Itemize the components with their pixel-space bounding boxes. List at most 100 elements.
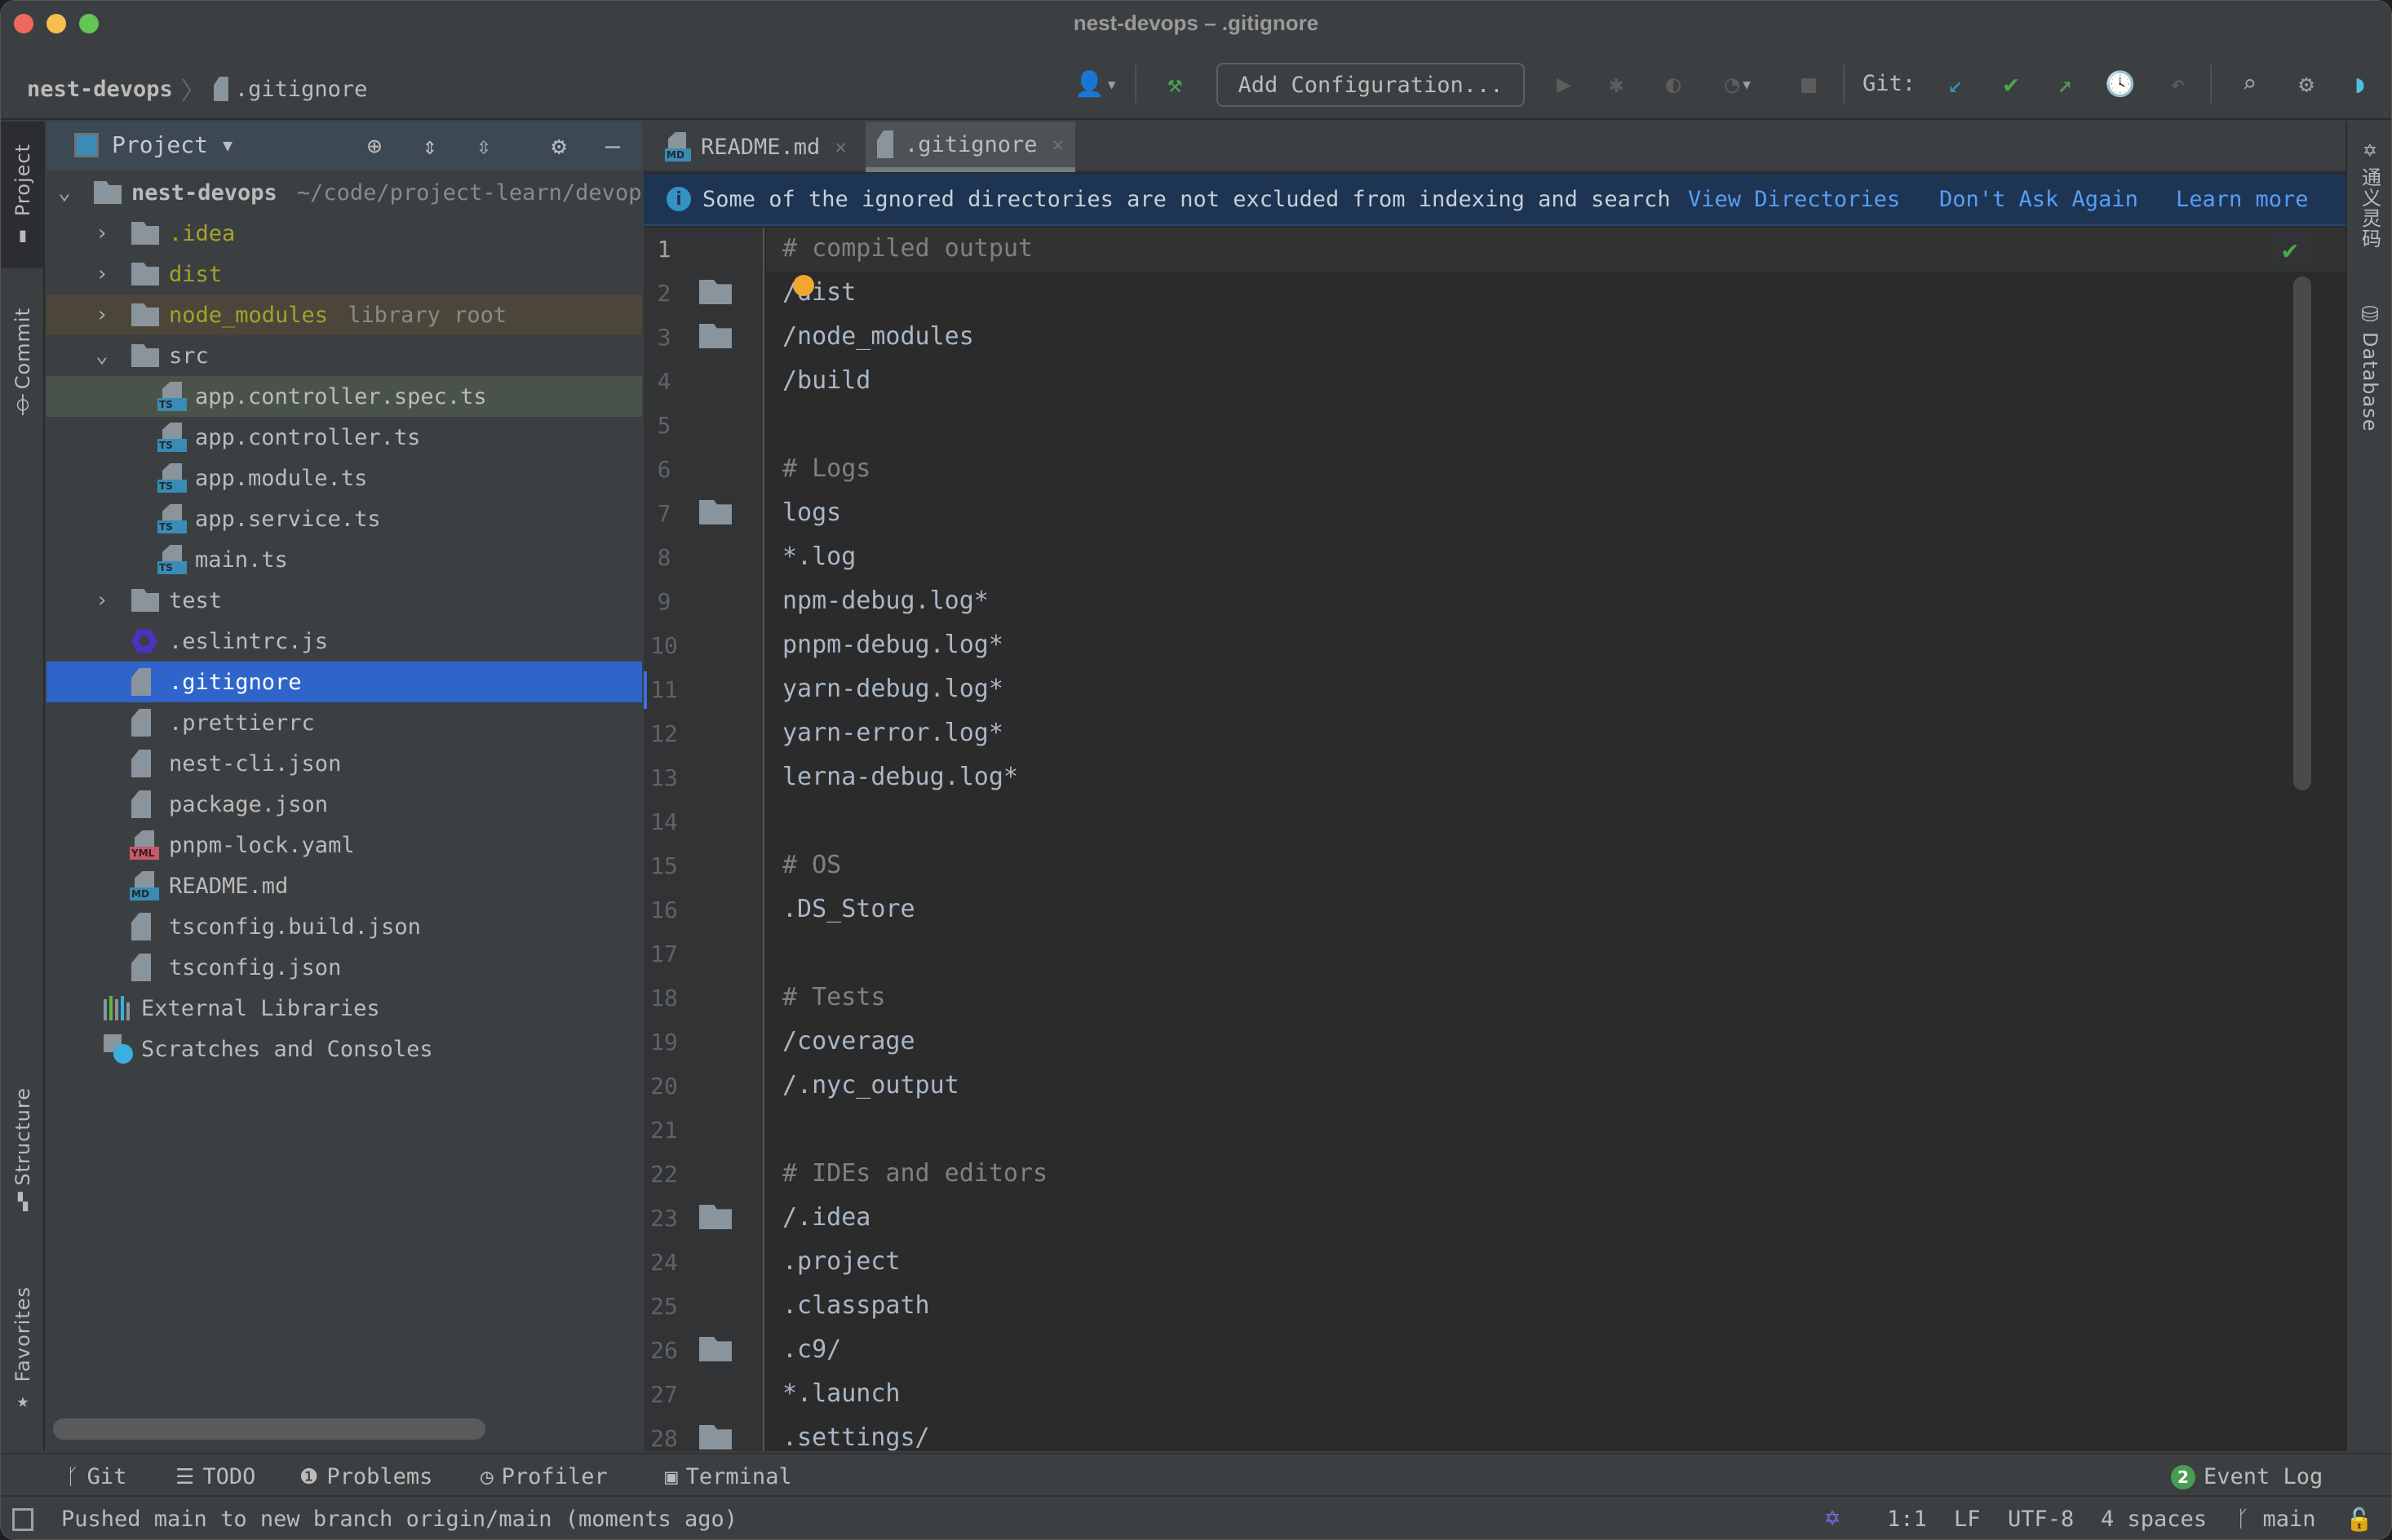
coverage-icon[interactable]: ◐ — [1657, 66, 1690, 102]
close-tab-icon[interactable]: ✕ — [835, 135, 846, 158]
project-view-selector[interactable]: Project ▼ — [74, 131, 233, 158]
line-number: 17 — [650, 940, 678, 967]
user-icon[interactable]: 👤 ▼ — [1066, 66, 1123, 102]
tool-button-profiler[interactable]: ◷ Profiler — [481, 1464, 608, 1489]
settings-icon[interactable]: ⚙ — [2290, 66, 2323, 102]
expand-all-icon[interactable]: ⇕ — [414, 130, 446, 162]
git-branch-widget[interactable]: ᚴ main — [2236, 1507, 2316, 1532]
tool-button-git[interactable]: ᚴ Git — [66, 1464, 126, 1489]
tree-item[interactable]: TS app.controller.ts — [47, 417, 642, 458]
tab-gitignore[interactable]: .gitignore ✕ — [866, 122, 1076, 172]
file-encoding[interactable]: UTF-8 — [2008, 1507, 2074, 1532]
run-icon[interactable]: ▶ — [1548, 66, 1580, 102]
tool-tab-structure[interactable]: Structure ▚ — [1, 1068, 45, 1231]
git-commit-icon[interactable]: ✔ — [1995, 66, 2027, 102]
folder-icon — [131, 222, 159, 245]
add-configuration-button[interactable]: Add Configuration... — [1216, 63, 1525, 107]
debug-icon[interactable]: ✱ — [1600, 66, 1632, 102]
toggle-tool-windows-icon[interactable] — [12, 1508, 33, 1531]
chevron-right-icon[interactable]: › — [92, 262, 112, 286]
tree-item[interactable]: YML pnpm-lock.yaml — [47, 825, 642, 865]
git-push-icon[interactable]: ↗ — [2049, 66, 2081, 102]
locate-file-icon[interactable]: ⊕ — [358, 130, 391, 162]
status-message[interactable]: Pushed main to new branch origin/main (m… — [61, 1507, 738, 1532]
folder-icon — [699, 500, 732, 524]
chevron-down-icon[interactable]: ⌄ — [92, 343, 112, 368]
tree-item[interactable]: .prettierrc — [47, 702, 642, 743]
tree-item[interactable]: TS main.ts — [47, 539, 642, 580]
chevron-down-icon[interactable]: ⌄ — [55, 180, 74, 205]
rollback-icon[interactable]: ↶ — [2161, 66, 2194, 102]
chevron-right-icon[interactable]: › — [92, 303, 112, 327]
caret-position[interactable]: 1:1 — [1887, 1507, 1927, 1532]
build-hammer-icon[interactable]: ⚒ — [1156, 66, 1194, 102]
tree-item[interactable]: › test — [47, 580, 642, 621]
tool-tab-favorites[interactable]: Favorites ★ — [1, 1263, 45, 1435]
toolbox-icon[interactable]: ◗ — [2344, 66, 2376, 102]
tree-item[interactable]: › .idea — [47, 213, 642, 254]
tree-item[interactable]: MD README.md — [47, 865, 642, 906]
tree-item[interactable]: ⌄ src — [47, 335, 642, 376]
tab-readme[interactable]: MD README.md ✕ — [653, 122, 858, 172]
tree-item[interactable]: tsconfig.build.json — [47, 906, 642, 947]
tree-item[interactable]: Scratches and Consoles — [47, 1029, 642, 1069]
tree-item[interactable]: › node_modules library root — [47, 294, 642, 335]
line-number: 24 — [650, 1249, 678, 1276]
dont-ask-again-link[interactable]: Don't Ask Again — [1939, 187, 2140, 212]
git-branch-icon: ᚴ — [66, 1464, 79, 1489]
tool-tab-tongyi[interactable]: ✡ 通义灵码 — [2347, 138, 2391, 249]
gear-icon[interactable]: ⚙ — [543, 130, 575, 162]
tool-tab-project[interactable]: Project ▮ — [1, 122, 45, 268]
chevron-right-icon[interactable]: › — [92, 588, 112, 613]
tool-button-todo[interactable]: ☰ TODO — [175, 1464, 255, 1489]
tree-item[interactable]: External Libraries — [47, 988, 642, 1029]
tool-tab-commit[interactable]: Commit ⌽ — [1, 301, 45, 423]
tree-item[interactable]: TS app.controller.spec.ts — [47, 376, 642, 417]
tree-item[interactable]: ⌄ nest-devops ~/code/project-learn/devops — [47, 172, 642, 213]
tree-item[interactable]: › dist — [47, 254, 642, 294]
code-editor[interactable]: ✔ # compiled output/dist/node_modules/bu… — [766, 228, 2345, 1452]
tongyi-status-icon[interactable]: ✡ — [1825, 1503, 1840, 1532]
tool-button-problems[interactable]: ❶ Problems — [299, 1464, 432, 1489]
tree-item[interactable]: package.json — [47, 784, 642, 825]
intention-bulb-icon[interactable] — [793, 275, 814, 296]
tree-item[interactable]: tsconfig.json — [47, 947, 642, 988]
tree-item[interactable]: TS app.service.ts — [47, 498, 642, 539]
navigation-toolbar: nest-devops 〉 .gitignore 👤 ▼ ⚒ Add Config… — [1, 46, 2391, 120]
tree-item[interactable]: nest-cli.json — [47, 743, 642, 784]
code-line: # OS — [782, 851, 842, 879]
view-directories-link[interactable]: View Directories — [1688, 187, 1902, 212]
event-log-button[interactable]: 2 Event Log — [2171, 1464, 2323, 1489]
tree-item[interactable]: .gitignore — [47, 662, 642, 702]
tool-tab-label: Structure — [11, 1086, 34, 1186]
horizontal-scrollbar[interactable] — [53, 1418, 485, 1440]
tree-item-name: .eslintrc.js — [169, 628, 329, 654]
history-icon[interactable]: 🕓 — [2104, 66, 2137, 102]
indent-setting[interactable]: 4 spaces — [2101, 1507, 2207, 1532]
collapse-all-icon[interactable]: ⇳ — [467, 130, 500, 162]
chevron-right-icon[interactable]: › — [92, 221, 112, 246]
tree-item-label: pnpm-lock.yaml — [169, 833, 355, 858]
profile-icon[interactable]: ◔ ▼ — [1709, 66, 1766, 102]
stop-icon[interactable]: ■ — [1792, 66, 1825, 102]
tool-tab-database[interactable]: ⛁ Database — [2347, 303, 2391, 432]
line-number: 10 — [650, 632, 678, 659]
window-title: nest-devops – .gitignore — [1073, 11, 1319, 35]
vertical-scrollbar[interactable] — [2293, 277, 2311, 790]
breadcrumb-file[interactable]: .gitignore — [235, 77, 368, 102]
learn-more-link[interactable]: Learn more — [2176, 187, 2309, 212]
tree-item[interactable]: .eslintrc.js — [47, 621, 642, 662]
read-only-lock-icon[interactable]: 🔓 — [2345, 1507, 2373, 1533]
close-tab-icon[interactable]: ✕ — [1052, 133, 1064, 156]
tool-button-terminal[interactable]: ▣ Terminal — [665, 1464, 792, 1489]
git-update-icon[interactable]: ↙ — [1939, 66, 1972, 102]
code-line: yarn-error.log* — [782, 719, 1003, 747]
tree-item[interactable]: TS app.module.ts — [47, 458, 642, 498]
vcs-change-marker[interactable] — [644, 671, 647, 709]
breadcrumb-project[interactable]: nest-devops — [27, 77, 173, 102]
line-separator[interactable]: LF — [1954, 1507, 1981, 1532]
line-number: 23 — [650, 1205, 678, 1232]
hide-panel-icon[interactable]: — — [596, 130, 629, 162]
no-problems-check-icon[interactable]: ✔ — [2267, 228, 2313, 272]
search-icon[interactable]: ⌕ — [2233, 66, 2266, 102]
